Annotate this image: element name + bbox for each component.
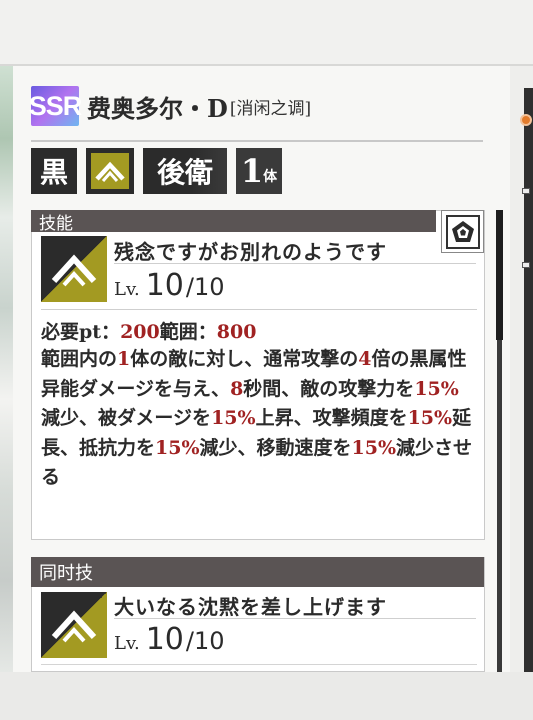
skill-icon[interactable]: [41, 236, 107, 302]
tag-row: 黒 後衛 1体: [31, 148, 282, 194]
character-subtitle: [消闲之调]: [229, 98, 312, 119]
skill-desc-divider: [41, 309, 477, 310]
character-art-edge: [0, 66, 13, 672]
desc-text: 範囲内の: [41, 348, 118, 370]
desc-highlight: 8: [230, 377, 244, 400]
range-value: 800: [216, 321, 257, 343]
character-header: SSR 费奥多尔・D [消闲之调]: [29, 86, 312, 126]
count-number: 1: [240, 152, 264, 190]
pentagon-icon: [451, 220, 474, 242]
level-current: 10: [145, 268, 184, 303]
desc-text: 秒間、敵の攻撃力を: [243, 377, 415, 400]
skill-section-title: 技能: [31, 210, 436, 234]
desc-highlight: 15%: [155, 436, 200, 459]
range-label: 範囲：: [159, 321, 217, 343]
coop-skill-level: Lv. 10 /10: [114, 622, 225, 657]
skill-name-divider: [114, 263, 476, 264]
skill-description: 範囲内の1体の敵に対し、通常攻撃の4倍の黒属性异能ダメージを与え、8秒間、敵の攻…: [41, 345, 477, 493]
level-max: /10: [185, 627, 225, 655]
desc-text: 上昇、攻撃頻度を: [255, 407, 408, 429]
level-max: /10: [185, 273, 225, 301]
header-divider: [31, 140, 483, 142]
coop-divider: [41, 664, 477, 665]
desc-text: 減少、移動速度を: [199, 436, 352, 459]
chevron-up-icon: [51, 610, 97, 643]
right-rail-tick[interactable]: [522, 262, 530, 268]
right-rail-bar: [524, 88, 533, 672]
attribute-tag: 黒: [31, 148, 77, 194]
character-name: 费奥多尔・D: [87, 93, 228, 123]
scroll-thumb[interactable]: [496, 210, 503, 340]
level-label: Lv.: [114, 633, 140, 654]
position-tag: 後衛: [143, 148, 227, 194]
level-label: Lv.: [114, 279, 140, 300]
desc-text: 減少、被ダメージを: [41, 407, 212, 429]
required-pt-label: 必要pt：: [41, 321, 121, 343]
skill-name: 残念ですがお別れのようです: [114, 240, 387, 264]
right-rail-indicator[interactable]: [520, 114, 532, 126]
skill-filter-button[interactable]: [441, 210, 484, 253]
chevron-up-icon: [51, 254, 97, 287]
right-rail-tick[interactable]: [522, 188, 530, 194]
rarity-badge: SSR: [29, 86, 82, 126]
bottom-bar: [0, 672, 533, 720]
count-unit: 体: [263, 169, 278, 185]
desc-highlight: 1: [117, 348, 131, 370]
desc-highlight: 15%: [211, 407, 256, 429]
skill-requirements: 必要pt：200範囲：800: [41, 317, 256, 344]
skill-level: Lv. 10 /10: [114, 268, 225, 303]
coop-skill-name-divider: [114, 618, 476, 619]
chevron-up-icon: [95, 161, 125, 182]
count-tag: 1体: [236, 148, 282, 194]
top-bar: [0, 0, 533, 64]
level-current: 10: [145, 622, 184, 657]
coop-skill-name: 大いなる沈黙を差し上げます: [114, 595, 387, 619]
desc-highlight: 15%: [351, 436, 397, 459]
desc-highlight: 15%: [407, 407, 453, 429]
desc-highlight: 15%: [414, 377, 459, 400]
coop-section-title: 同时技: [31, 557, 484, 587]
required-pt-value: 200: [120, 321, 160, 343]
desc-highlight: 4: [358, 348, 372, 370]
coop-skill-icon[interactable]: [41, 592, 107, 658]
type-tag: [86, 148, 134, 194]
desc-text: 体の敵に対し、通常攻撃の: [130, 348, 359, 370]
